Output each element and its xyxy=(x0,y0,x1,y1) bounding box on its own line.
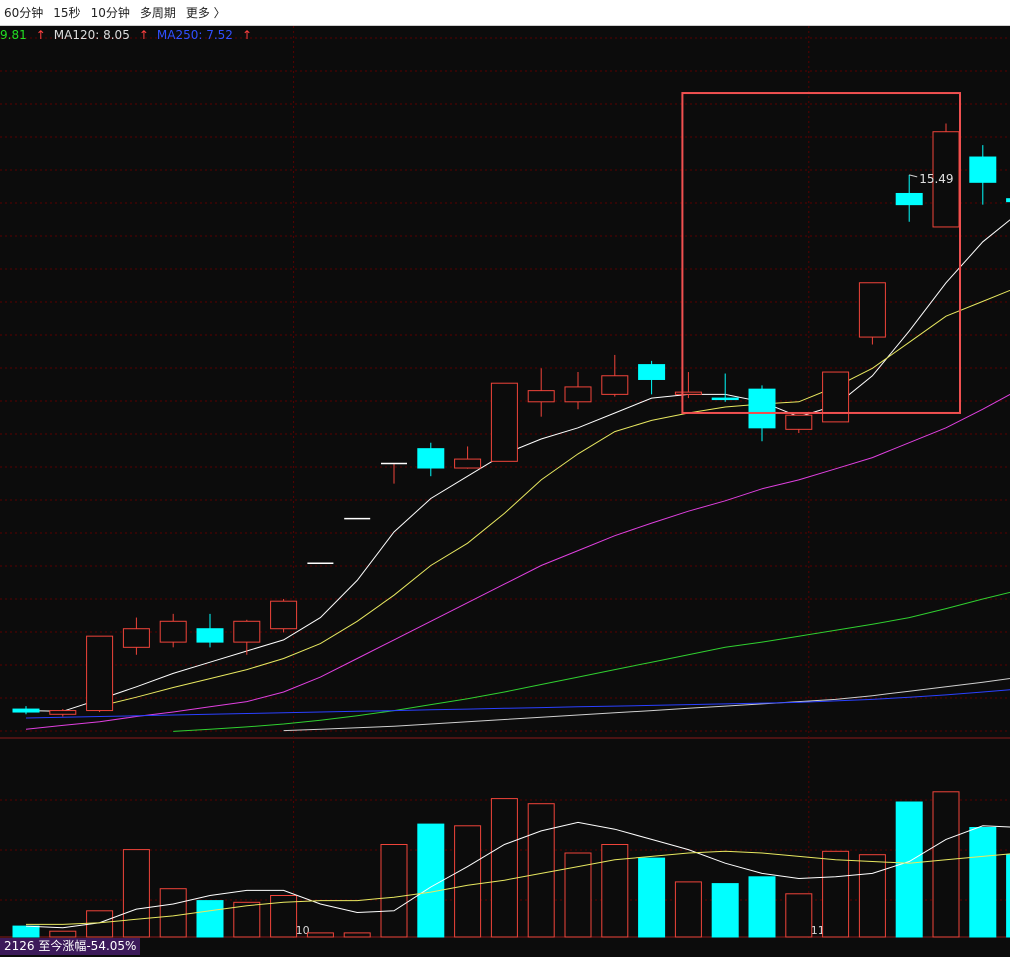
candle-up xyxy=(454,458,482,469)
volume-bar-up xyxy=(932,791,960,938)
ma-line-ma120 xyxy=(283,677,1010,732)
ma-legend-value: MA250: 7.52 xyxy=(156,28,233,42)
status-bar: 2126 至今涨幅-54.05% xyxy=(0,938,141,955)
candle-up xyxy=(159,620,187,643)
candle-down xyxy=(1006,198,1010,203)
tab-15sec[interactable]: 15秒 xyxy=(53,4,80,21)
volume-bar-up xyxy=(822,850,850,938)
volume-bar-up xyxy=(159,888,187,938)
period-toolbar: 60分钟 15秒 10分钟 多周期 更多 〉 xyxy=(0,0,1010,26)
volume-bar-up xyxy=(454,825,482,938)
ma-legend-value: 9.81 xyxy=(0,28,27,42)
volume-bar-down xyxy=(748,876,776,938)
candle-up xyxy=(527,390,555,403)
volume-bar-up xyxy=(858,854,886,938)
volume-bar-down xyxy=(196,900,224,938)
up-arrow-icon: ↑ xyxy=(138,28,149,42)
volume-bar-down xyxy=(895,801,923,938)
ma-legend-item-ma120: MA120: 8.05 ↑ xyxy=(54,28,149,42)
highlight-box xyxy=(681,92,962,414)
volume-bar-up xyxy=(490,798,518,938)
ma-legend-item-ma250: MA250: 7.52 ↑ xyxy=(157,28,252,42)
candle-down xyxy=(895,192,923,206)
volume-bar-up xyxy=(564,852,592,938)
volume-bar-down xyxy=(711,883,739,938)
candle-down xyxy=(969,156,997,183)
max-price-pointer xyxy=(909,174,918,178)
volume-bar-down xyxy=(417,823,445,938)
volume-bar-down xyxy=(1006,854,1010,938)
ma-line-ma250 xyxy=(25,689,1010,719)
candle-up xyxy=(122,628,150,648)
volume-bar-up xyxy=(49,930,77,938)
volume-bar-up xyxy=(343,932,371,938)
candle-up xyxy=(601,375,629,395)
volume-bar-up xyxy=(601,844,629,938)
kline-chart[interactable]: 10 1115.49 xyxy=(0,26,1010,938)
candle-up xyxy=(270,600,298,630)
volume-bar-down xyxy=(12,925,40,938)
candle-down xyxy=(196,628,224,643)
candle-down xyxy=(417,448,445,469)
volume-bar-up xyxy=(380,844,408,938)
candle-up xyxy=(86,635,114,712)
volume-bar-up xyxy=(122,849,150,938)
candle-down xyxy=(748,388,776,429)
volume-bar-up xyxy=(233,901,261,938)
candle-down xyxy=(638,364,666,380)
up-arrow-icon: ↑ xyxy=(241,28,252,42)
ma-legend: 9.81 ↑ MA120: 8.05 ↑ MA250: 7.52 ↑ xyxy=(0,27,260,43)
tab-10min[interactable]: 10分钟 xyxy=(91,4,130,21)
candle-up xyxy=(564,386,592,403)
candle-up xyxy=(858,282,886,338)
candle-up xyxy=(233,620,261,643)
tab-60min[interactable]: 60分钟 xyxy=(4,4,43,21)
volume-bar-up xyxy=(527,803,555,938)
candle-up xyxy=(490,382,518,462)
candle-up xyxy=(822,371,850,423)
ma-legend-item-1: 9.81 ↑ xyxy=(0,28,46,42)
up-arrow-icon: ↑ xyxy=(35,28,46,42)
volume-bar-up xyxy=(674,881,702,938)
candle-down xyxy=(12,708,40,713)
candle-up xyxy=(785,414,813,430)
volume-bar-up xyxy=(785,893,813,938)
candle-up xyxy=(674,391,702,395)
candle-up xyxy=(49,710,77,715)
ma-legend-value: MA120: 8.05 xyxy=(53,28,130,42)
ma-line-ma30 xyxy=(25,393,1010,730)
volume-bar-down xyxy=(638,857,666,938)
tab-more[interactable]: 更多 〉 xyxy=(186,4,226,21)
max-price-label: 15.49 xyxy=(919,172,953,186)
candle-down xyxy=(711,397,739,401)
tab-multi-period[interactable]: 多周期 xyxy=(140,4,176,21)
ma-line-ma60 xyxy=(173,591,1010,732)
volume-bar-up xyxy=(306,932,334,938)
volume-bar-down xyxy=(969,827,997,938)
